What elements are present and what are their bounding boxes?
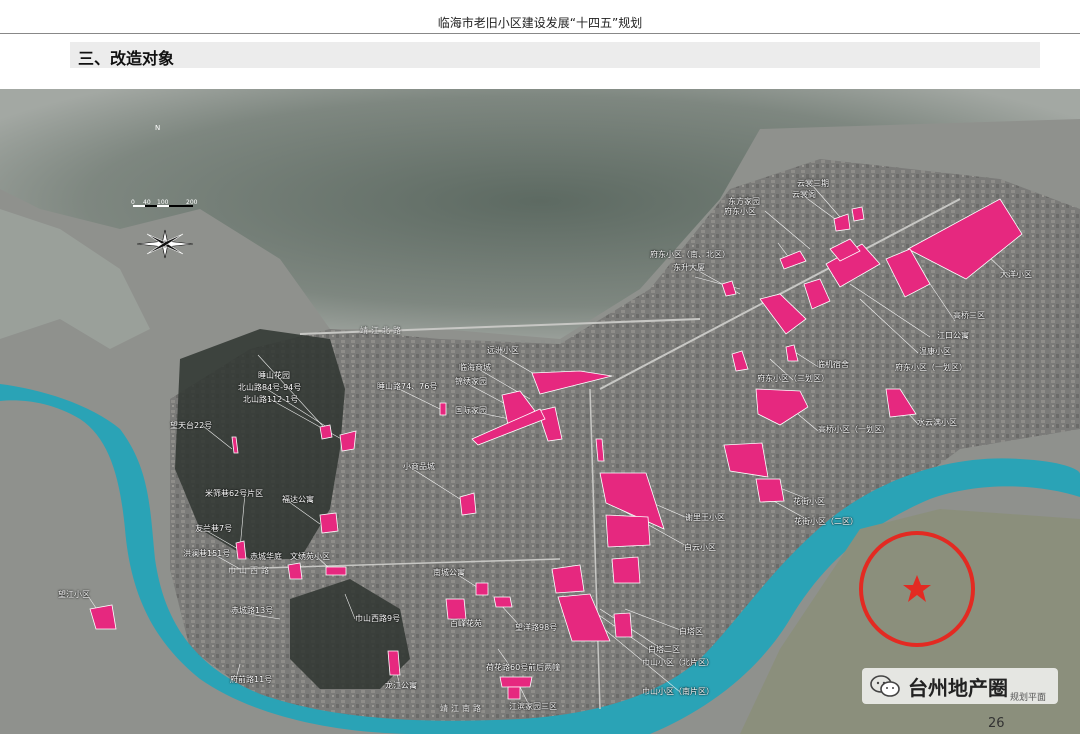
map-canvas <box>0 89 1080 734</box>
label-xiele: 谢里王小区 <box>685 513 725 522</box>
label-wenxiu: 文绣苑小区 <box>290 552 330 561</box>
label-baita: 白塔区 <box>679 627 703 636</box>
parcel-baixi <box>475 582 489 596</box>
label-xiaoshangpin: 小商品城 <box>403 462 435 471</box>
parcel-fuda <box>319 512 339 534</box>
label-zhengshan: 睡山花园 <box>258 371 290 380</box>
road-label-jinshan: 巾山西路 <box>228 566 272 575</box>
label-gaoqiao1: 高桥小区（一划区） <box>818 425 890 434</box>
chat-icon <box>870 675 900 697</box>
label-yunshang3: 云裳三期 <box>797 179 829 188</box>
label-fudong-yi: 府东小区（一划区） <box>895 363 967 372</box>
parcel-wenxiu <box>325 566 347 576</box>
scale-tick-40: 40 <box>143 199 151 206</box>
parcel-chicheng <box>287 562 303 580</box>
parcel-huajie2 <box>755 478 785 503</box>
label-dayang: 大洋小区 <box>1000 270 1032 279</box>
label-chicheng: 赤城华庭 <box>250 552 282 561</box>
label-dongsheng: 东升大厦 <box>673 263 705 272</box>
label-jiangbin: 江滨家园三区 <box>509 702 557 711</box>
section-heading-bar: 三、改造对象 <box>70 42 1040 68</box>
label-huajie: 花街小区 <box>793 497 825 506</box>
road-label-south: 靖江南路 <box>440 704 484 713</box>
header-divider <box>0 33 1080 34</box>
label-yunshang: 云裳阁 <box>792 190 816 199</box>
parcel-baita <box>551 564 585 594</box>
label-fudong-a: 府东小区 <box>724 207 756 216</box>
parcel-xiaoshangpin <box>459 492 477 516</box>
label-yuanzhou: 远洲小区 <box>487 346 519 355</box>
watermark-text: 台州地产圈 <box>908 676 1008 700</box>
label-shuiyun: 水云满小区 <box>917 418 957 427</box>
label-jiangkou: 江口公寓 <box>937 331 969 340</box>
parcel-baiyun <box>605 514 651 548</box>
label-youlan: 友兰巷7号 <box>195 524 233 533</box>
label-jinshan-south: 巾山小区（南片区） <box>642 687 714 696</box>
label-fufu3: 府东小区（三划区） <box>757 374 829 383</box>
road-label-north: 靖江北路 <box>360 326 404 335</box>
label-fuqian11: 府前路11号 <box>230 675 273 684</box>
parcel-jiangbin <box>507 686 521 700</box>
watermark: 台州地产圈 规划平面 <box>862 668 1058 704</box>
label-linhai-shangcheng: 临海商城 <box>459 363 491 372</box>
label-baita2: 白塔二区 <box>648 645 680 654</box>
label-huajie2: 花街小区（二区） <box>794 517 858 526</box>
parcel-wangyang <box>493 596 513 608</box>
document-header: 临海市老旧小区建设发展“十四五”规划 <box>0 0 1080 34</box>
label-miyuan: 米筛巷62号片区 <box>205 489 264 498</box>
scale-tick-200: 200 <box>186 199 198 206</box>
label-linji: 临机宿舍 <box>817 360 849 369</box>
label-beishan112: 北山路112-1号 <box>243 395 299 404</box>
parcel-yunshang <box>851 206 865 222</box>
label-longjiang: 龙江公寓 <box>385 681 417 690</box>
label-beishan84: 北山路84号-94号 <box>238 383 302 392</box>
scale-tick-0: 0 <box>131 199 135 206</box>
label-jinshan-north: 巾山小区（北片区） <box>642 658 714 667</box>
satellite-map: N 0 40 100 200 靖江北路 巾山西路 靖江南路 远洲小区 临海商城 … <box>0 89 1080 734</box>
scale-tick-100: 100 <box>157 199 169 206</box>
label-jinxiu: 锦绣家园 <box>455 377 487 386</box>
label-xinqiao: 温康小区 <box>919 347 951 356</box>
parcel-baita2 <box>611 556 641 584</box>
page-number: 26 <box>988 716 1005 731</box>
parcel-youlan <box>235 540 247 560</box>
document-title: 临海市老旧小区建设发展“十四五”规划 <box>437 16 643 30</box>
parcel-huaxiang <box>499 676 533 688</box>
north-label: N <box>155 124 161 132</box>
parcel-jinshan-south <box>613 612 633 638</box>
parcel-beishan84 <box>319 424 333 440</box>
label-guoji: 国际家园 <box>455 406 487 415</box>
label-chicheng13: 赤城路13号 <box>231 606 274 615</box>
watermark-subtext: 规划平面 <box>1010 693 1047 703</box>
label-wangtiantai: 望天台22号 <box>170 421 213 430</box>
section-title: 三、改造对象 <box>78 49 175 68</box>
label-wangjiang: 望江小区 <box>58 590 90 599</box>
label-gaoqiao3: 高桥三区 <box>953 311 985 320</box>
parcel-longjiang <box>387 650 401 676</box>
parcel-zhengshan74 <box>439 402 447 416</box>
label-baiyun: 白云小区 <box>684 543 716 552</box>
label-dongfang: 东方家园 <box>728 197 760 206</box>
label-zhengshan74: 睡山路74、76号 <box>377 382 438 391</box>
label-fuda: 福达公寓 <box>282 495 314 504</box>
label-wangyang: 望洋路98号 <box>515 623 558 632</box>
label-huaxiang: 荷花路60号前后两幢 <box>486 663 561 672</box>
label-fudong-nb: 府东小区（南、北区） <box>650 250 730 259</box>
label-hongqiao: 洪澜巷151号 <box>183 549 231 558</box>
label-jinshan9: 巾山西路9号 <box>355 614 401 623</box>
label-baixi: 百峰花苑 <box>450 619 482 628</box>
label-nancheng: 南城公寓 <box>433 568 465 577</box>
parcel-zhengshan <box>339 430 357 452</box>
parcel-nancheng <box>445 598 467 620</box>
